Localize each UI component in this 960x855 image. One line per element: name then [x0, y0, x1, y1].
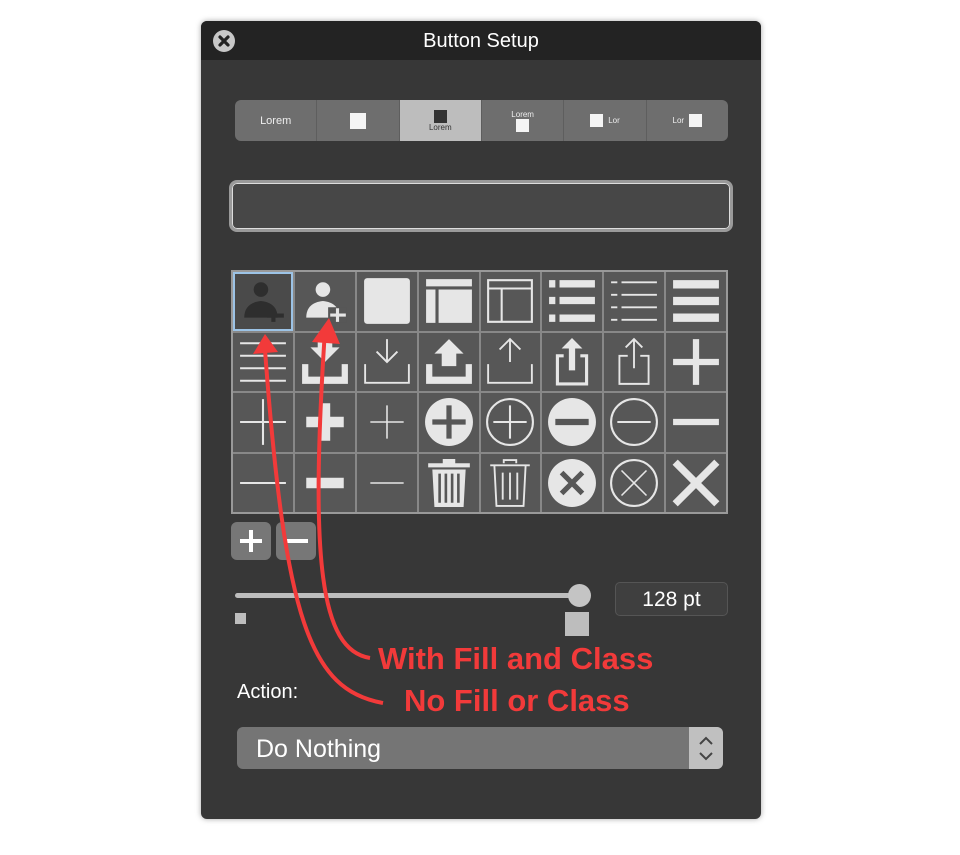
- annotation-with-fill: With Fill and Class: [378, 641, 654, 676]
- annotation-arrows: [253, 318, 384, 705]
- arrowhead-with-fill: [312, 318, 340, 344]
- arrowhead-no-fill: [253, 334, 278, 354]
- annotation-no-fill: No Fill or Class: [404, 683, 630, 718]
- arrow-no-fill: [263, 349, 384, 705]
- arrow-with-fill: [316, 329, 371, 660]
